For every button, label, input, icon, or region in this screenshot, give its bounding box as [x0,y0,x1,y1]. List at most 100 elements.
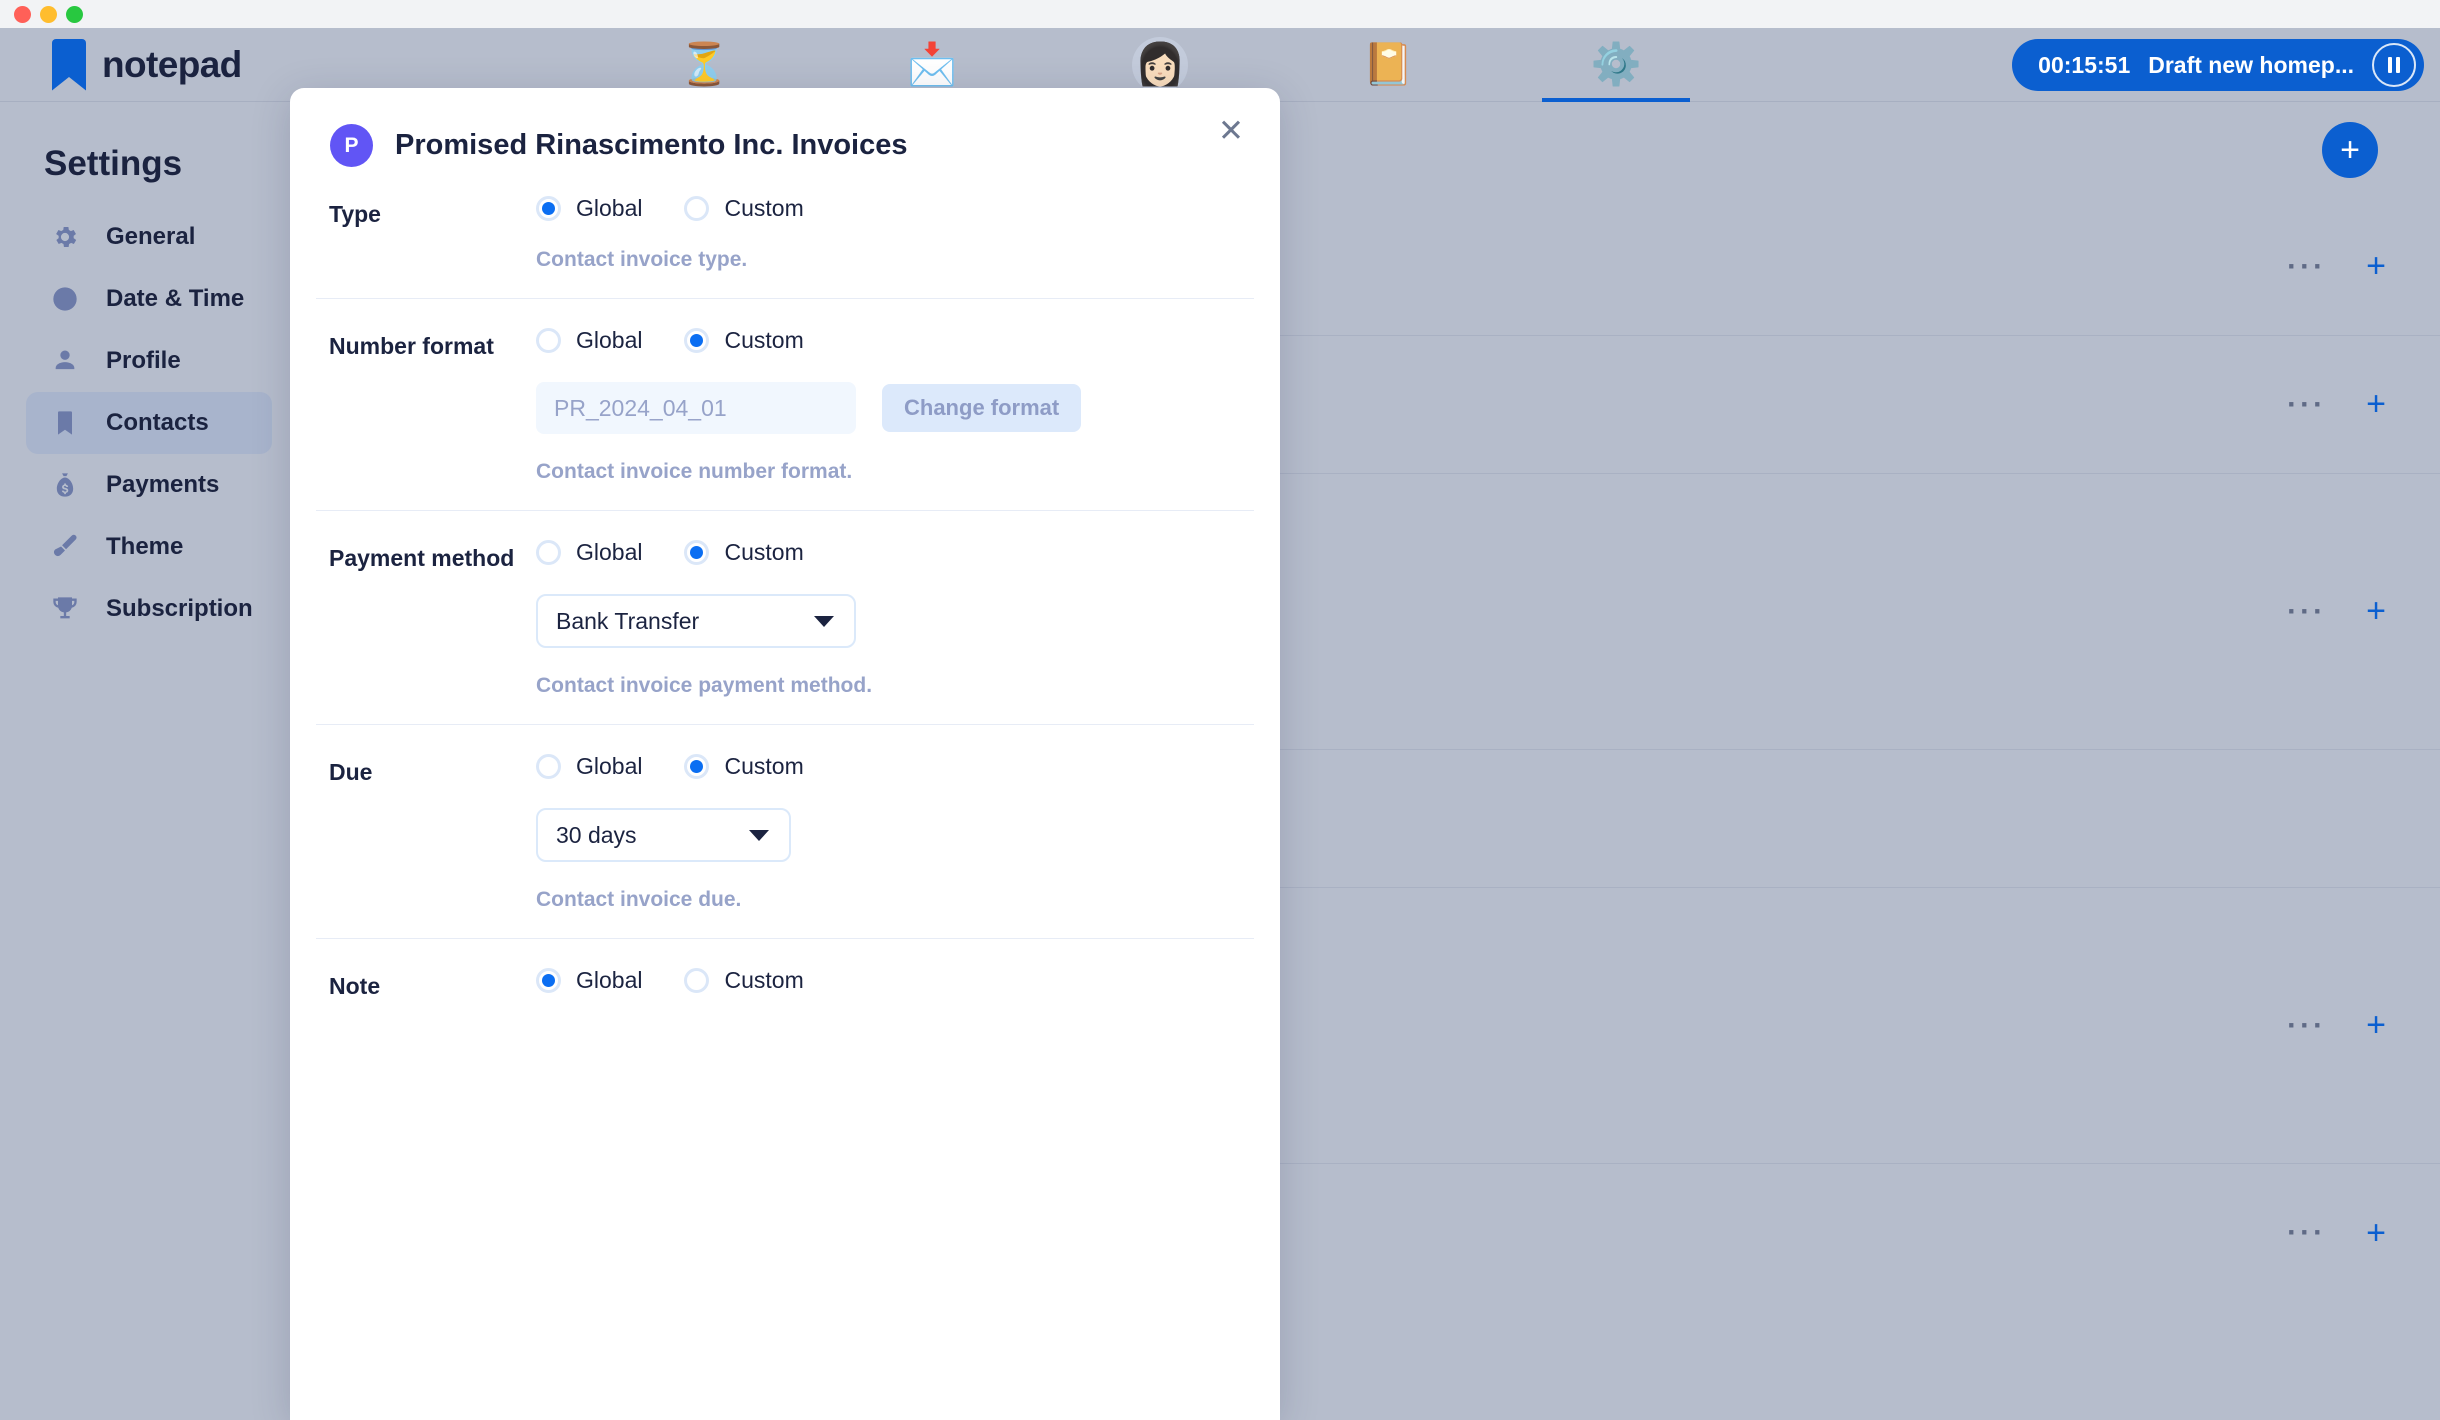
radio-option-global[interactable]: Global [536,967,642,994]
settings-sidebar: Settings General Date & Time Profile Con… [0,102,290,1419]
radio-option-global[interactable]: Global [536,753,642,780]
window-maximize-button[interactable] [66,5,83,23]
invoice-settings-modal: P Promised Rinascimento Inc. Invoices ✕ … [290,88,1280,1420]
modal-header: P Promised Rinascimento Inc. Invoices ✕ [290,88,1280,167]
radio-group-note: Global Custom [536,967,1254,994]
radio-label: Global [576,753,643,779]
radio-group-due: Global Custom [536,753,1254,780]
brand-name: notepad [102,43,242,85]
sidebar-item-label: Contacts [106,409,209,436]
sidebar-item-label: General [106,223,196,250]
radio-group-type: Global Custom [536,195,1254,222]
radio-label: Custom [724,539,804,565]
radio-button[interactable] [684,540,710,565]
radio-button[interactable] [684,968,710,993]
row-menu-icon[interactable]: ··· [2287,1010,2326,1040]
radio-option-custom[interactable]: Custom [684,327,804,354]
field-label: Number format [329,333,494,359]
radio-label: Custom [724,327,804,353]
clock-icon [50,284,80,314]
sidebar-item-label: Payments [106,471,220,498]
page-title: Settings [44,144,183,183]
field-helper-text: Contact invoice number format. [536,460,853,483]
person-icon [50,346,80,376]
radio-option-global[interactable]: Global [536,539,642,566]
modal-form: Type Global Custom Contact invoice type.… [290,167,1280,1026]
field-helper-text: Contact invoice type. [536,248,748,271]
sidebar-item-label: Profile [106,347,181,374]
sidebar-item-label: Date & Time [106,285,245,312]
money-bag-icon [50,470,80,500]
radio-button[interactable] [536,754,561,779]
row-menu-icon[interactable]: ··· [2287,389,2326,419]
row-add-icon[interactable]: + [2366,592,2386,631]
sidebar-item-theme[interactable]: Theme [26,516,272,578]
radio-group-payment-method: Global Custom [536,539,1254,566]
field-label: Payment method [329,545,515,571]
radio-label: Custom [724,967,804,993]
radio-button[interactable] [536,540,561,565]
sidebar-item-label: Theme [106,533,184,560]
radio-label: Global [576,195,643,221]
select-value: 30 days [556,821,637,848]
radio-label: Custom [724,195,804,221]
sidebar-item-label: Subscription [106,595,253,622]
nav-settings-gear[interactable]: ⚙️ [1542,28,1690,102]
row-add-icon[interactable]: + [2366,1006,2386,1045]
radio-option-global[interactable]: Global [536,327,642,354]
radio-label: Global [576,539,643,565]
window-titlebar [0,0,2440,28]
field-row-note: Note Global Custom [316,939,1254,1026]
add-contact-button[interactable]: + [2322,122,2378,178]
radio-button[interactable] [536,328,561,353]
radio-option-global[interactable]: Global [536,195,642,222]
row-add-icon[interactable]: + [2366,247,2386,286]
radio-option-custom[interactable]: Custom [684,195,804,222]
radio-button[interactable] [536,196,561,221]
gear-icon [50,222,80,252]
due-select[interactable]: 30 days [536,808,791,862]
row-menu-icon[interactable]: ··· [2287,1218,2326,1248]
close-icon[interactable]: ✕ [1212,112,1250,150]
radio-label: Custom [724,753,804,779]
sidebar-item-date-time[interactable]: Date & Time [26,268,272,330]
row-menu-icon[interactable]: ··· [2287,251,2326,281]
radio-button[interactable] [684,328,710,353]
radio-label: Global [576,967,643,993]
sidebar-item-subscription[interactable]: Subscription [26,578,272,640]
row-menu-icon[interactable]: ··· [2287,596,2326,626]
row-add-icon[interactable]: + [2366,385,2386,424]
avatar: P [330,124,373,167]
payment-method-select[interactable]: Bank Transfer [536,594,856,648]
paintbrush-icon [50,532,80,562]
nav-notebook-icon[interactable]: 📔 [1314,28,1462,102]
radio-button[interactable] [684,754,710,779]
field-row-due: Due Global Custom 30 days Contact invoic… [316,725,1254,939]
sidebar-item-payments[interactable]: Payments [26,454,272,516]
notebook-icon: 📔 [1362,41,1414,87]
select-value: Bank Transfer [556,607,700,634]
radio-group-number-format: Global Custom [536,327,1254,354]
pause-icon[interactable] [2372,43,2416,87]
radio-button[interactable] [684,196,710,221]
field-label: Type [329,201,381,227]
radio-label: Global [576,327,643,353]
radio-option-custom[interactable]: Custom [684,753,804,780]
trophy-icon [50,594,80,624]
active-timer-widget[interactable]: 00:15:51 Draft new homep... [2012,39,2424,91]
window-minimize-button[interactable] [40,5,57,23]
modal-title: Promised Rinascimento Inc. Invoices [395,129,908,161]
radio-option-custom[interactable]: Custom [684,967,804,994]
window-close-button[interactable] [14,5,31,23]
number-format-input[interactable]: PR_2024_04_01 [536,382,856,434]
envelope-icon: 📩 [906,41,958,87]
radio-button[interactable] [536,968,561,993]
sidebar-item-general[interactable]: General [26,206,272,268]
field-label: Due [329,759,373,785]
timer-elapsed: 00:15:51 [2038,51,2131,78]
change-format-button[interactable]: Change format [882,384,1082,432]
sidebar-item-contacts[interactable]: Contacts [26,392,272,454]
row-add-icon[interactable]: + [2366,1214,2386,1253]
sidebar-item-profile[interactable]: Profile [26,330,272,392]
radio-option-custom[interactable]: Custom [684,539,804,566]
